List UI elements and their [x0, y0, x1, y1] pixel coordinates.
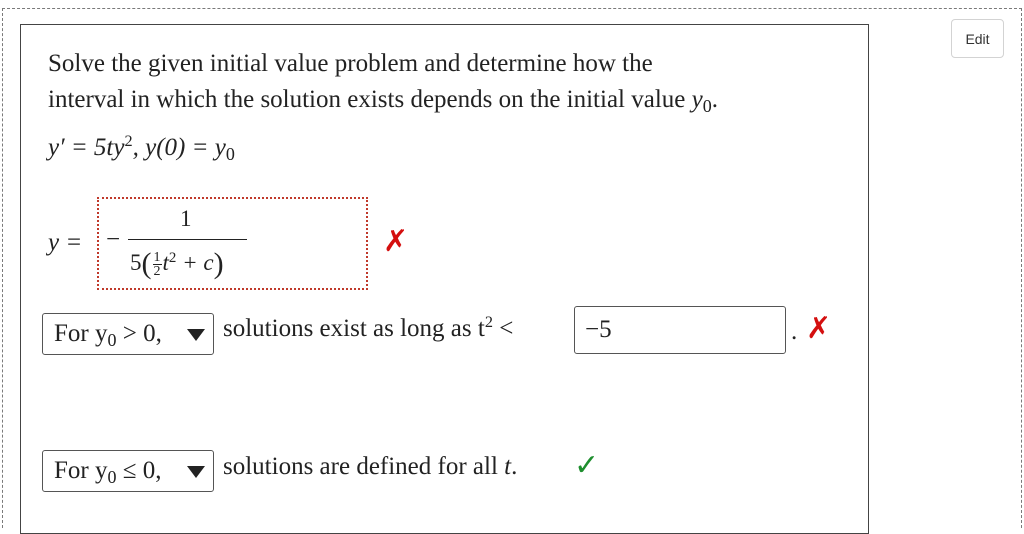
case2-statement: solutions are defined for all t. [223, 453, 518, 480]
answer-label: y = [48, 229, 83, 256]
edit-button[interactable]: Edit [951, 19, 1004, 58]
chevron-down-icon [187, 329, 205, 341]
problem-line-2: interval in which the solution exists de… [48, 86, 718, 116]
incorrect-mark-icon: ✗ [383, 224, 409, 259]
case2-condition-select[interactable]: For y0 ≤ 0, [42, 450, 214, 492]
incorrect-mark-icon: ✗ [806, 311, 832, 346]
correct-check-icon: ✓ [574, 448, 600, 483]
fraction-numerator: 1 [180, 206, 192, 231]
fraction-bar [128, 239, 247, 240]
answer-minus-sign: − [106, 226, 121, 253]
case1-condition-select[interactable]: For y0 > 0, [42, 313, 214, 355]
chevron-down-icon [187, 466, 205, 478]
ivp-equation: y′ = 5ty2, y(0) = y0 [48, 132, 235, 164]
case1-statement: solutions exist as long as t2 < [223, 313, 514, 342]
problem-line-1: Solve the given initial value problem an… [48, 50, 653, 77]
problem-statement: Solve the given initial value problem an… [48, 46, 848, 119]
case1-period: . [791, 318, 798, 345]
one-half-fraction: 12 [152, 250, 162, 280]
case1-bound-input[interactable] [574, 306, 786, 354]
fraction-denominator: 5(1 2 t2 + c) [130, 247, 224, 280]
